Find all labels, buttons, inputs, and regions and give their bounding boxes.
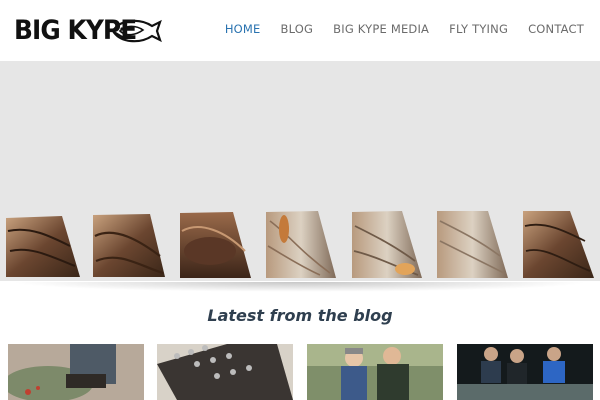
slider-tile-1 bbox=[6, 216, 80, 277]
nav-contact[interactable]: CONTACT bbox=[528, 21, 584, 37]
slider-shadow bbox=[10, 282, 590, 292]
section-title: Latest from the blog bbox=[207, 306, 393, 325]
slider-tile-5 bbox=[352, 211, 422, 278]
nav-big-kype-media[interactable]: BIG KYPE MEDIA bbox=[333, 21, 429, 37]
blog-post-thumbnail-1[interactable] bbox=[8, 344, 144, 400]
slider-tile-3 bbox=[180, 212, 251, 278]
slider-image-tiles bbox=[6, 211, 594, 278]
blog-post-thumbnail-3[interactable] bbox=[307, 344, 443, 400]
slider-tile-4 bbox=[266, 211, 336, 278]
slider-tile-6 bbox=[437, 211, 508, 278]
site-header: BIG KYPE HOME BLOG BIG KYPE MEDIA FLY TY… bbox=[0, 0, 600, 60]
nav-home[interactable]: HOME bbox=[225, 21, 261, 37]
blog-post-thumbnail-4[interactable] bbox=[457, 344, 593, 400]
nav-blog[interactable]: BLOG bbox=[281, 21, 314, 37]
blog-thumbnails bbox=[0, 344, 600, 400]
slider-tile-2 bbox=[93, 214, 165, 277]
main-nav: HOME BLOG BIG KYPE MEDIA FLY TYING CONTA… bbox=[205, 21, 584, 37]
fish-logo-icon bbox=[111, 19, 162, 43]
nav-fly-tying[interactable]: FLY TYING bbox=[449, 21, 508, 37]
slider-tile-7 bbox=[523, 211, 594, 278]
blog-post-thumbnail-2[interactable] bbox=[157, 344, 293, 400]
hero-slider[interactable] bbox=[0, 61, 600, 281]
site-logo[interactable]: BIG KYPE bbox=[14, 14, 162, 48]
